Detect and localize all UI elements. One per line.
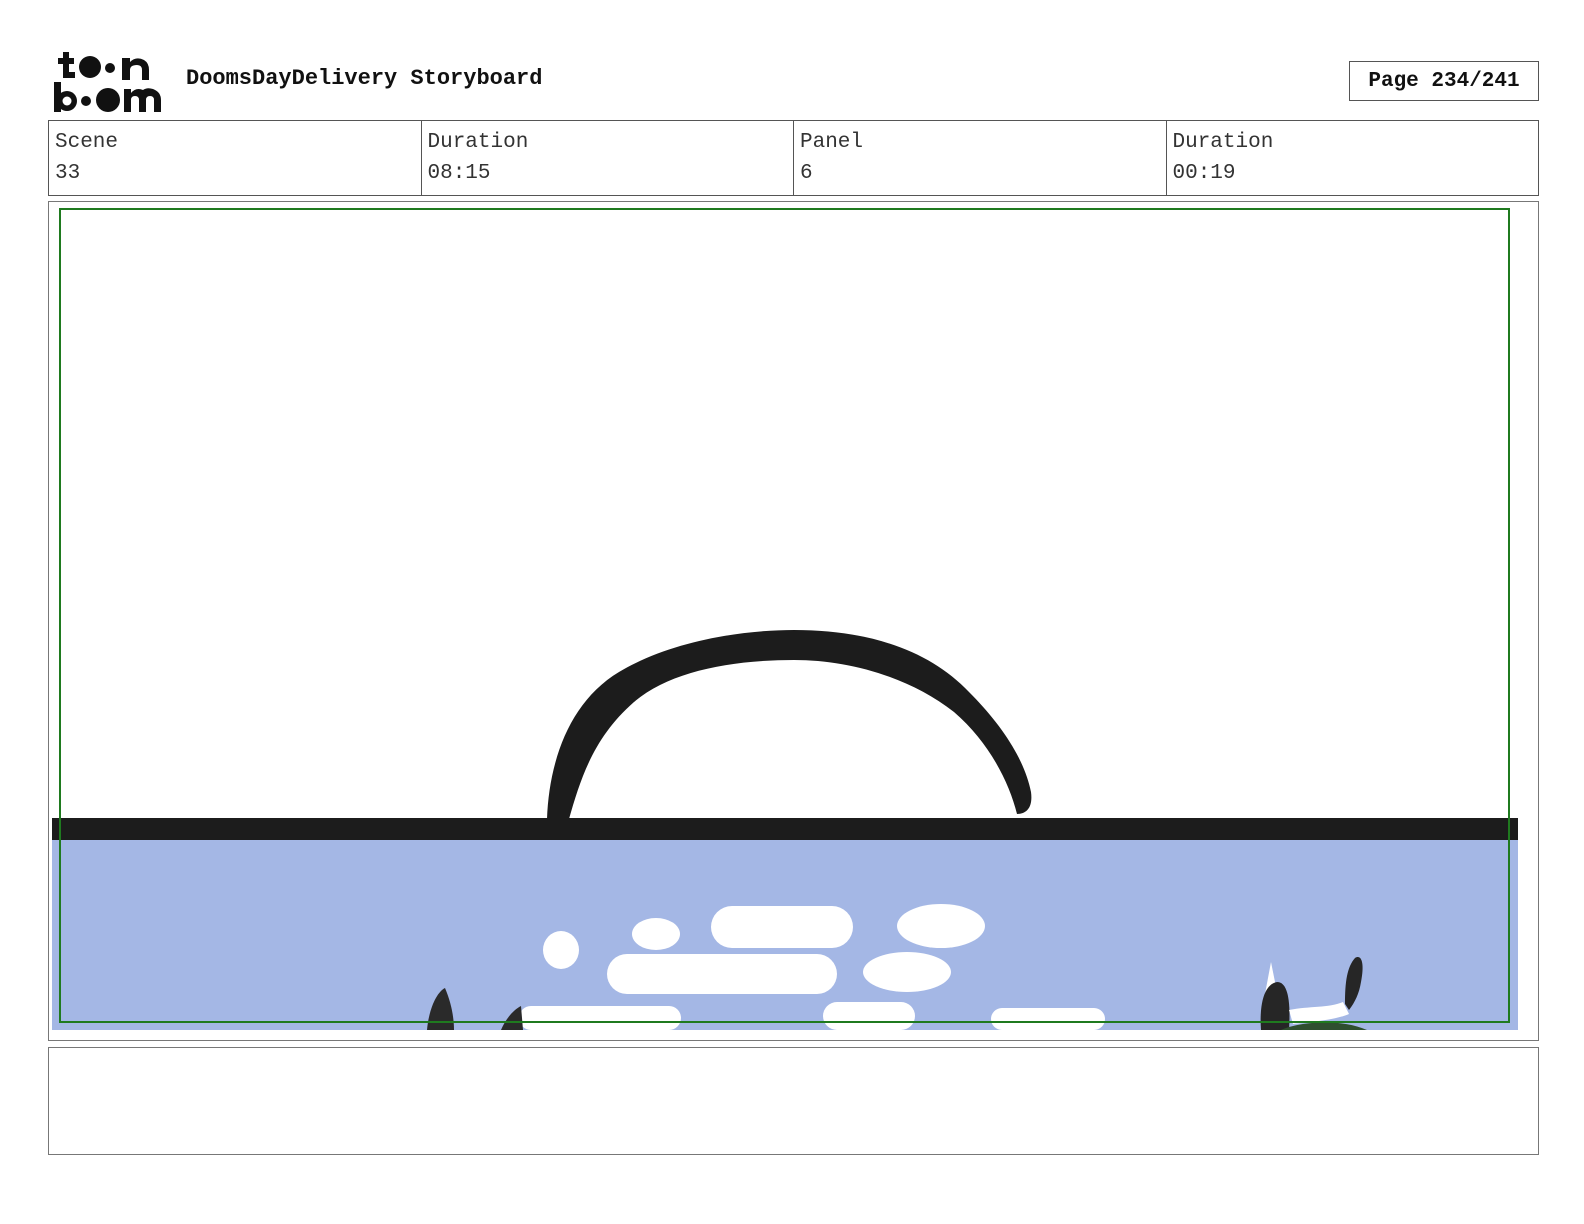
panel-value: 6 bbox=[800, 162, 813, 185]
panel-cell: Panel 6 bbox=[794, 121, 1167, 195]
toon-boom-logo bbox=[54, 52, 161, 112]
scene-duration-label: Duration bbox=[427, 131, 529, 154]
scene-value: 33 bbox=[55, 162, 81, 185]
panel-duration-label: Duration bbox=[1172, 131, 1274, 154]
scene-cell: Scene 33 bbox=[49, 121, 422, 195]
scene-duration-value: 08:15 bbox=[427, 162, 491, 185]
scene-label: Scene bbox=[55, 131, 119, 154]
scene-info-table: Scene 33 Duration 08:15 Panel 6 Duration… bbox=[48, 120, 1539, 196]
scene-duration-cell: Duration 08:15 bbox=[422, 121, 794, 195]
page-indicator: Page 234/241 bbox=[1349, 61, 1539, 101]
storyboard-panel bbox=[48, 201, 1539, 1041]
panel-duration-cell: Duration 00:19 bbox=[1167, 121, 1539, 195]
document-title: DoomsDayDelivery Storyboard bbox=[186, 66, 543, 91]
panel-duration-value: 00:19 bbox=[1172, 162, 1236, 185]
panel-artwork bbox=[52, 208, 1518, 1030]
horizon-line bbox=[52, 818, 1518, 840]
panel-notes-box bbox=[48, 1047, 1539, 1155]
dome-arch bbox=[547, 630, 1032, 819]
panel-label: Panel bbox=[800, 131, 864, 154]
